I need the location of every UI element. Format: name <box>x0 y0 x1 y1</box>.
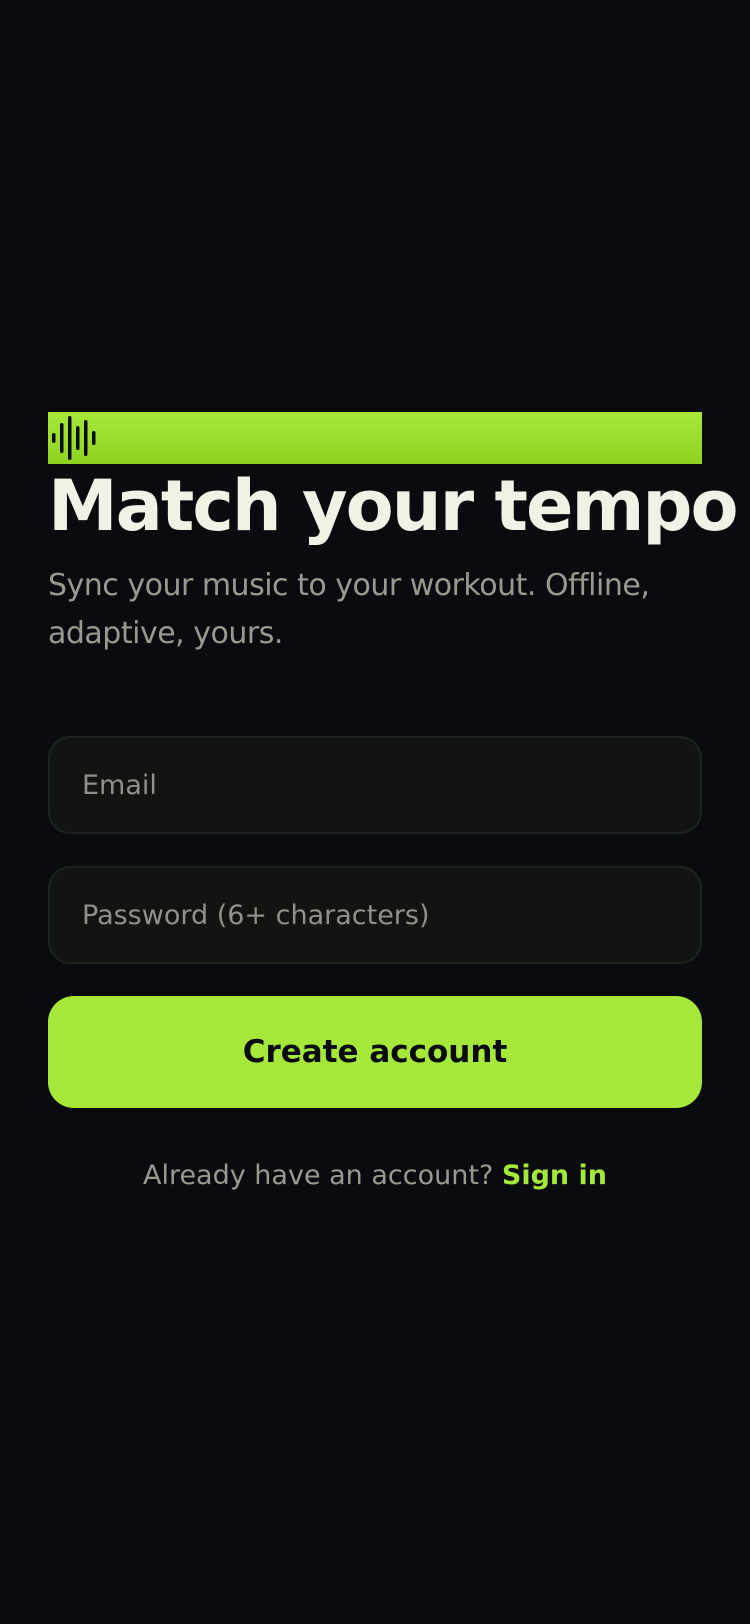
waveform-icon <box>52 416 96 460</box>
sign-in-link[interactable]: Sign in <box>502 1160 607 1191</box>
password-input[interactable] <box>82 899 668 931</box>
email-input[interactable] <box>82 769 668 801</box>
signin-prompt-text: Already have an account? <box>142 1160 494 1191</box>
signup-screen: Match your tempo Sync your music to your… <box>0 0 750 1624</box>
page-title: Match your tempo <box>48 465 739 547</box>
page-subtitle: Sync your music to your workout. Offline… <box>48 568 650 651</box>
brand-banner <box>48 412 702 464</box>
email-field[interactable] <box>48 736 702 834</box>
password-field[interactable] <box>48 866 702 964</box>
signin-prompt: Already have an account? Sign in <box>0 1152 750 1200</box>
create-account-button[interactable]: Create account <box>48 996 702 1108</box>
